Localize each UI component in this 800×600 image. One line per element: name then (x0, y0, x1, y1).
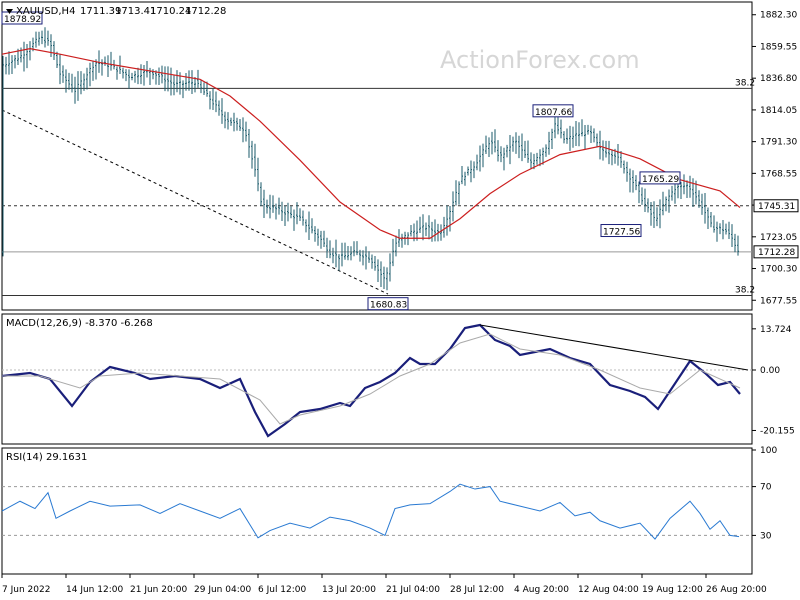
x-tick-label: 19 Aug 12:00 (642, 585, 703, 595)
x-tick-label: 6 Jul 12:00 (258, 585, 307, 595)
x-tick-label: 4 Aug 20:00 (514, 585, 569, 595)
macd-layer (1, 323, 752, 438)
price-ytick-label: 1791.30 (760, 138, 797, 148)
key-point-label: 1680.83 (370, 301, 407, 311)
price-ytick-label: 1677.55 (760, 296, 797, 306)
x-tick-label: 13 Jul 20:00 (322, 585, 376, 595)
fib-level-label: 38.2 (735, 78, 755, 88)
price-ytick-label: 1700.30 (760, 265, 797, 275)
price-ytick-label: 1768.55 (760, 169, 797, 179)
x-tick-label: 29 Jun 04:00 (194, 585, 251, 595)
chart-area: ActionForex.com 38.238.21878.921680.8318… (1, 1, 799, 595)
rsi-panel (1, 447, 753, 575)
fib-level-label: 38.2 (735, 285, 755, 295)
x-tick-label: 21 Jul 04:00 (386, 585, 440, 595)
close-value: 1712.28 (185, 6, 226, 17)
x-tick-label: 28 Jul 12:00 (450, 585, 504, 595)
macd-ytick-label: -20.155 (760, 426, 795, 436)
rsi-ytick-label: 30 (760, 531, 772, 541)
x-tick-label: 12 Aug 04:00 (578, 585, 639, 595)
price-ytick-label: 1836.80 (760, 74, 797, 84)
rsi-ytick-label: 100 (760, 446, 777, 456)
watermark: ActionForex.com (440, 46, 640, 74)
price-ytick-label: 1723.05 (760, 233, 797, 243)
macd-ytick-label: 13.724 (760, 325, 792, 335)
key-point-label: 1807.66 (535, 108, 572, 118)
rsi-series-line (1, 483, 740, 540)
macd-series-macd (1, 323, 741, 438)
x-tick-label: 26 Aug 20:00 (706, 585, 767, 595)
price-ytick-label: 1882.30 (760, 11, 797, 21)
macd-header: MACD(12,26,9) -8.370 -6.268 (6, 318, 153, 329)
level-price-label: 1745.31 (758, 202, 795, 212)
price-ytick-label: 1814.05 (760, 106, 797, 116)
downtrend-line (1, 109, 389, 295)
macd-panel (1, 313, 753, 445)
x-tick-label: 14 Jun 12:00 (66, 585, 123, 595)
rsi-layer (1, 483, 752, 540)
x-tick-label: 7 Jun 2022 (2, 585, 50, 595)
macd-series-signal (2, 333, 741, 425)
price-ytick-label: 1859.55 (760, 42, 797, 52)
x-tick-label: 21 Jun 20:00 (130, 585, 187, 595)
level-price-label: 1712.28 (758, 248, 795, 258)
macd-ytick-label: 0.00 (760, 366, 780, 376)
key-point-label: 1765.29 (642, 175, 679, 185)
key-point-label: 1727.56 (603, 228, 640, 238)
symbol-label: XAUUSD,H4 (16, 6, 75, 17)
macd-trendline (479, 324, 749, 371)
rsi-header: RSI(14) 29.1631 (6, 452, 87, 463)
moving-average-line (1, 48, 741, 239)
price-layer: 38.238.21878.921680.831807.661765.291727… (1, 11, 755, 311)
rsi-ytick-label: 70 (760, 483, 772, 493)
